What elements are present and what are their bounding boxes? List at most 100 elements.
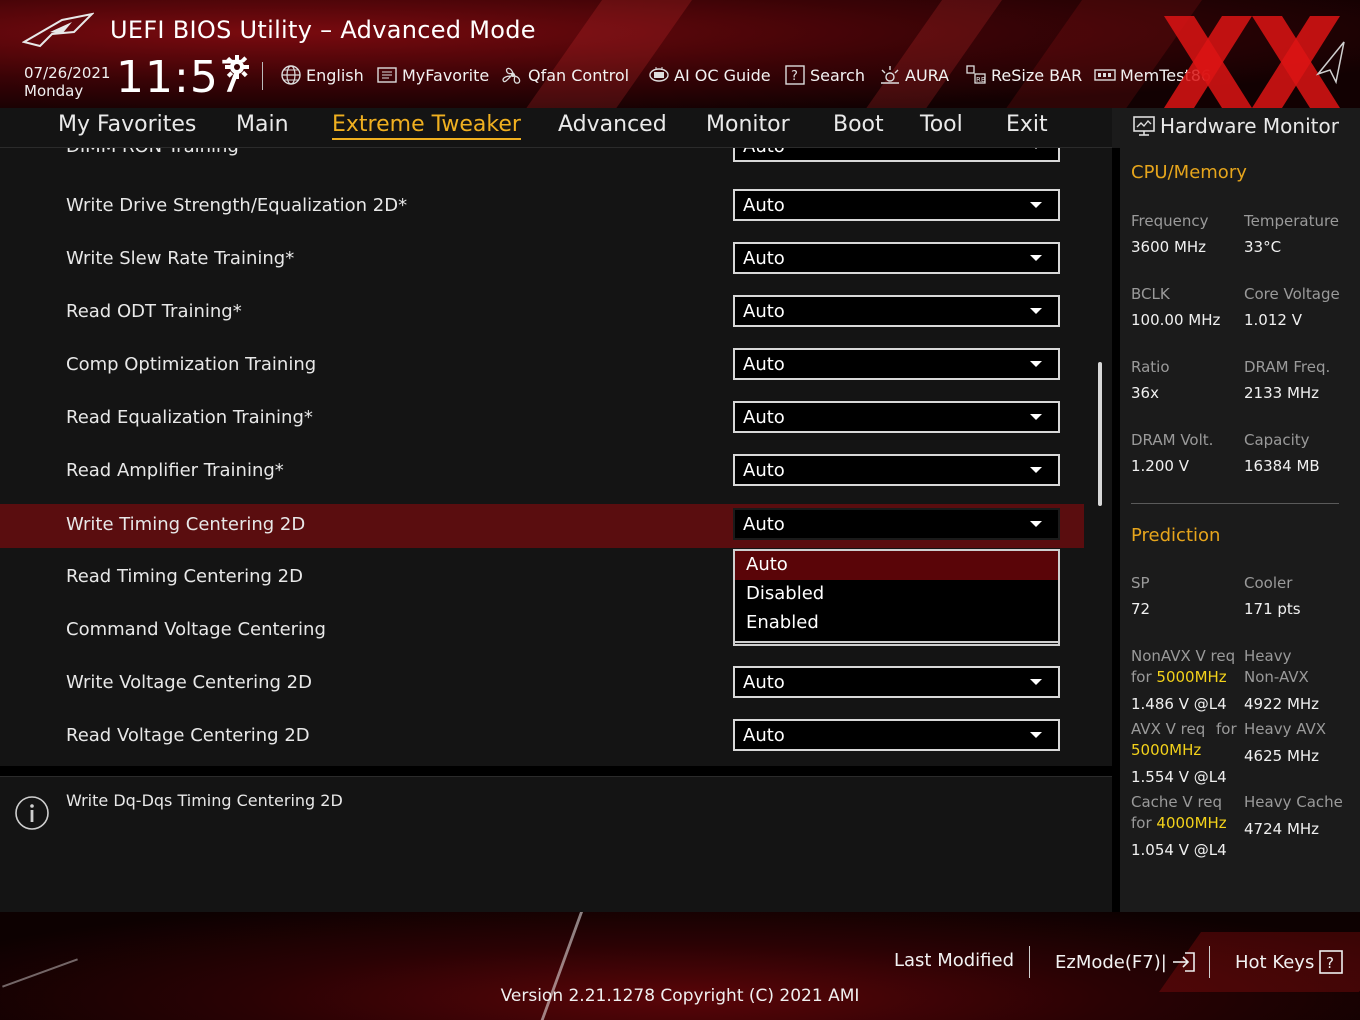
setting-label: Write Timing Centering 2D xyxy=(66,514,306,535)
setting-label: Read Voltage Centering 2D xyxy=(66,725,310,746)
core-voltage-label: Core Voltage xyxy=(1244,285,1340,303)
setting-row[interactable]: Write Voltage Centering 2D Auto xyxy=(0,662,1084,706)
dropdown-option-enabled[interactable]: Enabled xyxy=(735,609,1058,638)
globe-icon xyxy=(281,65,301,85)
setting-value: Auto xyxy=(743,514,785,535)
setting-select[interactable]: Auto xyxy=(733,348,1060,380)
settings-scrollbar[interactable] xyxy=(1098,362,1102,506)
core-voltage-value: 1.012 V xyxy=(1244,311,1302,329)
setting-select[interactable]: Auto xyxy=(733,719,1060,751)
bclk-value: 100.00 MHz xyxy=(1131,311,1221,329)
setting-row-selected[interactable]: Write Timing Centering 2D Auto xyxy=(0,504,1084,548)
language-button[interactable]: English xyxy=(280,62,364,88)
chevron-down-icon xyxy=(1030,202,1042,208)
favorite-list-icon xyxy=(377,67,397,83)
date-text: 07/26/2021 xyxy=(24,64,111,82)
tab-monitor[interactable]: Monitor xyxy=(706,112,790,137)
temperature-label: Temperature xyxy=(1244,212,1340,230)
setting-label: Write Voltage Centering 2D xyxy=(66,672,312,693)
decor-streak xyxy=(843,0,1017,108)
heavy-avx-label: Heavy AVX xyxy=(1244,720,1327,738)
tab-my-favorites[interactable]: My Favorites xyxy=(58,112,196,137)
ratio-label: Ratio xyxy=(1131,358,1170,376)
day-text: Monday xyxy=(24,82,84,100)
memory-icon xyxy=(1094,69,1116,81)
heavy-nonavx-value: 4922 MHz xyxy=(1244,695,1320,713)
chevron-down-icon xyxy=(1030,255,1042,261)
tab-extreme-tweaker[interactable]: Extreme Tweaker xyxy=(332,112,521,140)
tab-tool[interactable]: Tool xyxy=(920,112,963,137)
help-question-icon: ? xyxy=(1319,950,1344,974)
setting-row[interactable]: Comp Optimization Training Auto xyxy=(0,344,1084,388)
capacity-label: Capacity xyxy=(1244,431,1310,449)
tab-boot[interactable]: Boot xyxy=(833,112,884,137)
setting-row[interactable]: Read ODT Training* Auto xyxy=(0,291,1084,335)
search-button[interactable]: ? Search xyxy=(784,62,865,88)
chevron-down-icon xyxy=(1030,732,1042,738)
ezmode-button[interactable]: EzMode(F7)| xyxy=(1055,950,1197,974)
resize-bar-label: ReSize BAR xyxy=(991,65,1083,85)
gear-icon[interactable] xyxy=(225,55,249,79)
setting-select[interactable]: Auto xyxy=(733,454,1060,486)
dram-freq-label: DRAM Freq. xyxy=(1244,358,1331,376)
footer-separator xyxy=(1209,946,1210,978)
hwmon-divider xyxy=(1131,503,1339,504)
aura-button[interactable]: AURA xyxy=(879,62,949,88)
setting-label: Comp Optimization Training xyxy=(66,354,317,375)
rog-logo-icon xyxy=(22,12,94,48)
setting-row[interactable]: Read Voltage Centering 2D Auto xyxy=(0,715,1084,759)
dropdown-option-auto[interactable]: Auto xyxy=(735,551,1058,580)
dropdown-underlay xyxy=(733,643,1060,646)
ai-oc-guide-button[interactable]: AI OC Guide xyxy=(648,62,771,88)
frequency-value: 3600 MHz xyxy=(1131,238,1207,256)
setting-select[interactable]: Auto xyxy=(733,189,1060,221)
resize-bar-button[interactable]: RB ReSize BAR xyxy=(965,62,1082,88)
settings-list[interactable]: DIMM RON Training Auto Write Drive Stren… xyxy=(0,148,1112,766)
search-label: Search xyxy=(810,65,865,85)
setting-row[interactable]: Read Amplifier Training* Auto xyxy=(0,450,1084,494)
setting-row[interactable]: Write Slew Rate Training* Auto xyxy=(0,238,1084,282)
tab-exit[interactable]: Exit xyxy=(1006,112,1048,137)
aura-label: AURA xyxy=(905,65,950,85)
footer-bar: Last Modified EzMode(F7)| Hot Keys ? Ver… xyxy=(0,912,1360,1020)
frequency-label: Frequency xyxy=(1131,212,1209,230)
setting-select[interactable]: Auto xyxy=(733,666,1060,698)
setting-select[interactable]: Auto xyxy=(733,295,1060,327)
setting-select[interactable]: Auto xyxy=(733,401,1060,433)
setting-value: Auto xyxy=(743,672,785,693)
dram-volt-label: DRAM Volt. xyxy=(1131,431,1214,449)
setting-select[interactable]: Auto xyxy=(733,508,1060,540)
setting-select[interactable]: Auto xyxy=(733,242,1060,274)
resize-bar-icon: RB xyxy=(966,65,986,84)
dram-freq-value: 2133 MHz xyxy=(1244,384,1320,402)
setting-value: Auto xyxy=(743,195,785,216)
hot-keys-button[interactable]: Hot Keys ? xyxy=(1235,950,1344,974)
dropdown-option-disabled[interactable]: Disabled xyxy=(735,580,1058,609)
setting-select[interactable]: Auto xyxy=(733,148,1060,162)
tab-advanced[interactable]: Advanced xyxy=(558,112,667,137)
ai-chip-icon xyxy=(649,67,669,82)
header-separator xyxy=(262,62,263,90)
tab-main[interactable]: Main xyxy=(236,112,289,137)
setting-label: Command Voltage Centering xyxy=(66,619,326,640)
dropdown-menu[interactable]: Auto Disabled Enabled xyxy=(733,549,1060,643)
temperature-value: 33°C xyxy=(1244,238,1282,256)
setting-row[interactable]: Write Drive Strength/Equalization 2D* Au… xyxy=(0,185,1084,229)
help-text: Write Dq-Dqs Timing Centering 2D xyxy=(66,791,343,810)
chevron-down-icon xyxy=(1030,414,1042,420)
heavy-avx-value: 4625 MHz xyxy=(1244,747,1320,765)
setting-row[interactable]: Read Equalization Training* Auto xyxy=(0,397,1084,441)
heavy-cache-value: 4724 MHz xyxy=(1244,820,1320,838)
setting-label: Read ODT Training* xyxy=(66,301,242,322)
brand-watermark-icon xyxy=(1164,16,1345,108)
cache-for: for xyxy=(1131,814,1152,832)
last-modified-button[interactable]: Last Modified xyxy=(894,950,1014,971)
qfan-control-button[interactable]: Qfan Control xyxy=(502,62,629,88)
avx-voltage: 1.554 V @L4 xyxy=(1131,768,1227,786)
setting-value: Auto xyxy=(743,248,785,269)
version-text: Version 2.21.1278 Copyright (C) 2021 AMI xyxy=(500,986,860,1006)
cache-freq: 4000MHz xyxy=(1156,814,1227,832)
myfavorite-button[interactable]: MyFavorite xyxy=(376,62,489,88)
setting-row[interactable]: DIMM RON Training Auto xyxy=(0,148,1084,170)
setting-value: Auto xyxy=(743,301,785,322)
